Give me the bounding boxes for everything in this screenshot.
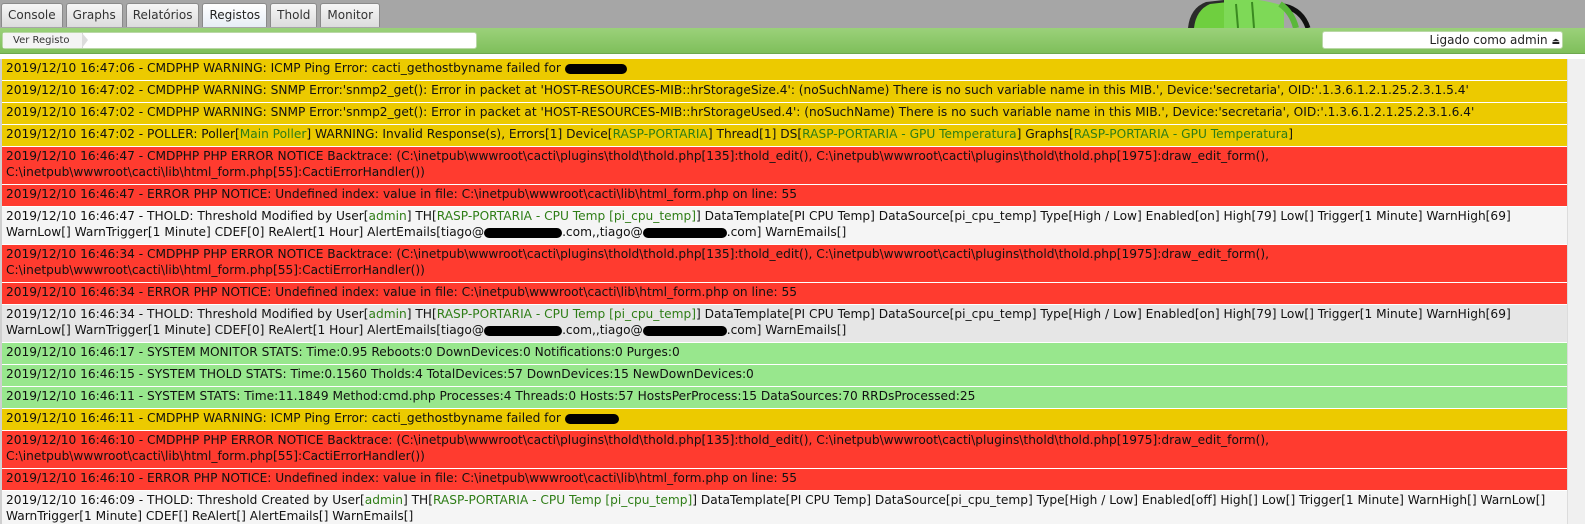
breadcrumb-bar: Ver Registo Ligado como admin ⏏ — [0, 28, 1585, 54]
login-status: Ligado como admin — [1429, 33, 1548, 47]
tab-graphs[interactable]: Graphs — [65, 3, 123, 27]
eject-icon[interactable]: ⏏ — [1551, 37, 1560, 47]
tab-monitor[interactable]: Monitor — [320, 3, 381, 27]
redacted-block — [642, 227, 727, 238]
log-row: 2019/12/10 16:46:10 - CMDPHP PHP ERROR N… — [2, 431, 1569, 469]
tab-registos[interactable]: Registos — [202, 3, 268, 27]
log-row: 2019/12/10 16:46:10 - ERROR PHP NOTICE: … — [2, 469, 1569, 491]
vertical-scrollbar[interactable] — [1567, 59, 1585, 524]
tab-thold[interactable]: Thold — [270, 3, 318, 27]
tab-relatorios[interactable]: Relatórios — [125, 3, 200, 27]
log-row: 2019/12/10 16:47:02 - CMDPHP WARNING: SN… — [2, 103, 1569, 125]
user-menu[interactable]: Ligado como admin ⏏ — [1322, 31, 1563, 49]
breadcrumb: Ver Registo — [2, 32, 477, 49]
cactus-logo — [1184, 0, 1312, 28]
redacted-block — [484, 325, 563, 336]
top-nav-bar: Console Graphs Relatórios Registos Thold… — [0, 0, 1585, 28]
log-row: 2019/12/10 16:46:47 - ERROR PHP NOTICE: … — [2, 185, 1569, 207]
log-row: 2019/12/10 16:46:09 - THOLD: Threshold C… — [2, 491, 1569, 524]
redacted-block — [564, 413, 619, 424]
tab-console[interactable]: Console — [1, 3, 63, 27]
log-row: 2019/12/10 16:46:34 - CMDPHP PHP ERROR N… — [2, 245, 1569, 283]
log-row: 2019/12/10 16:47:02 - POLLER: Poller[Mai… — [2, 125, 1569, 147]
log-row: 2019/12/10 16:46:11 - CMDPHP WARNING: IC… — [2, 409, 1569, 431]
main-tabs: Console Graphs Relatórios Registos Thold… — [1, 3, 381, 27]
log-row: 2019/12/10 16:46:11 - SYSTEM STATS: Time… — [2, 387, 1569, 409]
log-row: 2019/12/10 16:46:47 - CMDPHP PHP ERROR N… — [2, 147, 1569, 185]
log-row: 2019/12/10 16:46:34 - THOLD: Threshold M… — [2, 305, 1569, 343]
redacted-block — [642, 325, 727, 336]
log-viewer: 2019/12/10 16:47:06 - CMDPHP WARNING: IC… — [0, 59, 1569, 524]
log-row: 2019/12/10 16:46:17 - SYSTEM MONITOR STA… — [2, 343, 1569, 365]
log-row: 2019/12/10 16:47:02 - CMDPHP WARNING: SN… — [2, 81, 1569, 103]
log-row: 2019/12/10 16:46:47 - THOLD: Threshold M… — [2, 207, 1569, 245]
log-row: 2019/12/10 16:46:34 - ERROR PHP NOTICE: … — [2, 283, 1569, 305]
breadcrumb-ver-registo[interactable]: Ver Registo — [3, 33, 88, 48]
redacted-block — [564, 63, 627, 74]
redacted-block — [484, 227, 563, 238]
log-row: 2019/12/10 16:47:06 - CMDPHP WARNING: IC… — [2, 59, 1569, 81]
log-row: 2019/12/10 16:46:15 - SYSTEM THOLD STATS… — [2, 365, 1569, 387]
